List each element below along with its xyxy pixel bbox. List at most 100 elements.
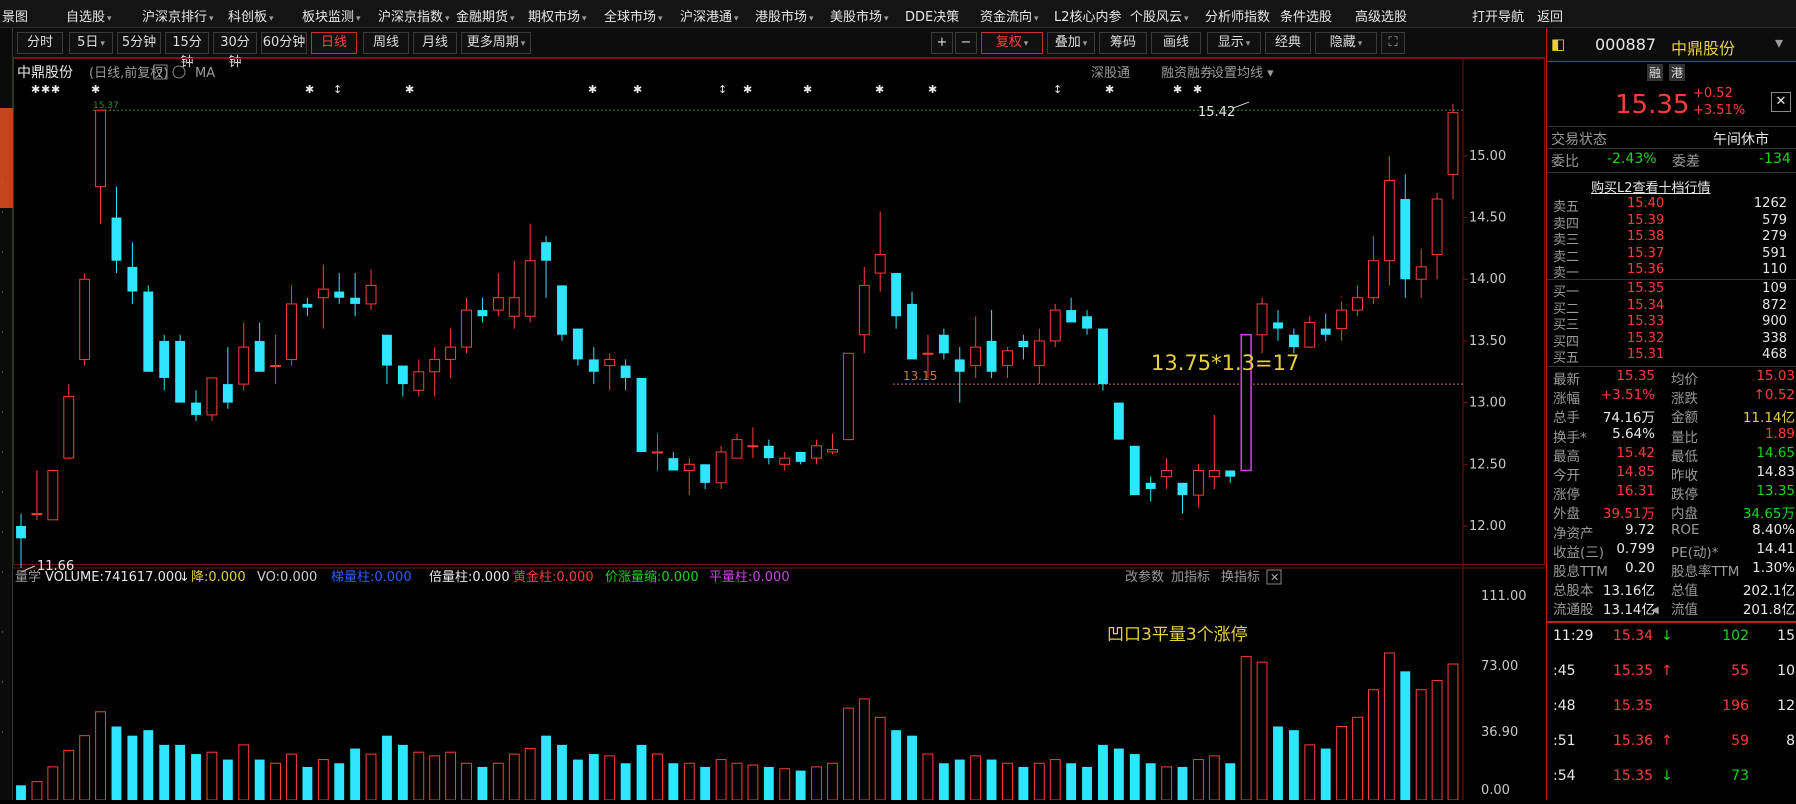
candle[interactable] (938, 328, 949, 360)
candle[interactable] (588, 347, 599, 385)
bid-row[interactable]: 买三 15.33 900 (1547, 314, 1796, 333)
ask-row[interactable]: 卖二 15.37 591 (1547, 246, 1796, 265)
ask-row[interactable]: 卖一 15.36 110 (1547, 262, 1796, 281)
candle[interactable] (413, 359, 425, 397)
candle[interactable] (222, 347, 233, 409)
period-tab-2[interactable]: 5分钟 (117, 32, 161, 54)
candle[interactable] (1304, 316, 1316, 348)
candle[interactable] (1018, 334, 1029, 360)
candle[interactable] (286, 285, 297, 366)
candle[interactable] (397, 365, 408, 397)
chart-link-1[interactable]: 融资融券 (1161, 65, 1213, 81)
candle[interactable] (508, 260, 520, 329)
candle[interactable] (143, 285, 154, 372)
kline-chart-svg[interactable]: 中鼎股份 (日线,前复权)? MA 深股通 融资融券设置均线 ▾✱ ✱ ✱ ✱ ✱ ↕ ✱ ✱ ✱ ↕ ✱ ✱… (13, 58, 1545, 801)
event-marker-icon[interactable]: ✱ (1193, 83, 1202, 96)
menu-item-8[interactable]: 沪深港通 ▾ (680, 6, 739, 25)
candle[interactable] (1177, 482, 1188, 514)
fullscreen-icon[interactable]: ⛶ (1381, 32, 1405, 54)
event-marker-icon[interactable]: ↕ (1053, 83, 1062, 96)
candle[interactable] (1336, 301, 1348, 341)
ask-row[interactable]: 卖四 15.39 579 (1547, 213, 1796, 232)
event-marker-icon[interactable]: ✱ (803, 83, 812, 96)
window-controls-icon[interactable]: ◧ (1551, 35, 1565, 53)
candle[interactable] (1049, 303, 1061, 348)
menu-item-13[interactable]: L2核心内参 (1054, 6, 1122, 25)
candle[interactable] (16, 513, 26, 568)
candle[interactable] (127, 242, 138, 304)
candle[interactable] (191, 390, 201, 422)
candle[interactable] (429, 347, 441, 397)
period-tab-5[interactable]: 60分钟 (261, 32, 307, 54)
menu-item-10[interactable]: 美股市场 ▾ (830, 6, 889, 25)
zoom-in-button[interactable]: + (931, 32, 953, 54)
candle[interactable] (572, 328, 583, 366)
candle[interactable] (95, 109, 106, 224)
toolbar-button-1[interactable]: 叠加 ▾ (1047, 32, 1095, 54)
candle[interactable] (668, 451, 679, 471)
bid-row[interactable]: 买一 15.35 109 (1547, 281, 1796, 300)
event-marker-icon[interactable]: ✱ (1105, 83, 1114, 96)
candle[interactable] (79, 273, 91, 366)
candle[interactable] (1383, 155, 1395, 286)
period-tab-4[interactable]: 30分钟 (213, 32, 257, 70)
ask-row[interactable]: 卖三 15.38 279 (1547, 229, 1796, 248)
candle[interactable] (238, 322, 250, 391)
candle[interactable] (891, 273, 902, 329)
candle[interactable] (763, 439, 774, 465)
ask-row[interactable]: 卖五 15.40 1262 (1547, 196, 1796, 215)
period-tab-6[interactable]: 日线 (311, 32, 357, 54)
menu-item-16[interactable]: 条件选股 (1280, 6, 1332, 25)
candle[interactable] (1066, 297, 1077, 323)
menu-item-14[interactable]: 个股风云 ▾ (1130, 6, 1189, 25)
candle[interactable] (557, 285, 567, 341)
candle[interactable] (715, 445, 727, 489)
candle[interactable] (747, 427, 759, 459)
period-tab-7[interactable]: 周线 (363, 32, 409, 54)
event-marker-icon[interactable]: ✱ (91, 83, 100, 96)
candle[interactable] (175, 334, 186, 403)
candle[interactable] (954, 347, 965, 403)
candle[interactable] (1225, 470, 1236, 483)
candle[interactable] (731, 433, 743, 459)
event-marker-icon[interactable]: ↕ (333, 83, 342, 96)
event-marker-icon[interactable]: ✱ (633, 83, 642, 96)
event-marker-icon[interactable]: ✱ (405, 83, 414, 96)
bid-row[interactable]: 买五 15.31 468 (1547, 347, 1796, 366)
menu-item-7[interactable]: 全球市场 ▾ (604, 6, 663, 25)
candle[interactable] (1145, 476, 1156, 502)
event-marker-icon[interactable]: ↕ (718, 83, 727, 96)
toolbar-button-5[interactable]: 经典 (1265, 32, 1311, 54)
menu-item-18[interactable]: 打开导航 (1472, 6, 1524, 25)
candle[interactable] (365, 269, 377, 311)
candle[interactable] (350, 273, 361, 317)
candle[interactable] (970, 316, 982, 378)
candle[interactable] (1320, 313, 1331, 341)
close-icon[interactable]: ✕ (1771, 92, 1791, 112)
candle[interactable] (1098, 328, 1108, 391)
candle[interactable] (1431, 192, 1443, 280)
dropdown-icon[interactable]: ▾ (1775, 33, 1783, 52)
candle[interactable] (206, 377, 218, 422)
indicator-link-0[interactable]: 改参数 (1125, 569, 1164, 585)
candle[interactable] (382, 334, 392, 385)
menu-item-15[interactable]: 分析师指数 (1205, 6, 1270, 25)
candle[interactable] (636, 377, 647, 452)
candle[interactable] (858, 266, 870, 354)
event-marker-icon[interactable]: ✱ (31, 83, 40, 96)
period-tab-8[interactable]: 月线 (413, 32, 457, 54)
menu-item-9[interactable]: 港股市场 ▾ (755, 6, 814, 25)
candle[interactable] (317, 264, 329, 329)
event-marker-icon[interactable]: ✱ (305, 83, 314, 96)
candle[interactable] (1415, 248, 1427, 298)
candle[interactable] (1256, 297, 1268, 354)
candle[interactable] (827, 433, 838, 455)
menu-item-19[interactable]: 返回 (1537, 6, 1563, 25)
candle[interactable] (1447, 104, 1459, 200)
candle[interactable] (1033, 328, 1045, 385)
bid-row[interactable]: 买二 15.34 872 (1547, 298, 1796, 317)
candle[interactable] (1368, 236, 1379, 304)
candle[interactable] (1288, 328, 1299, 354)
period-tab-1[interactable]: 5日 ▾ (69, 32, 113, 54)
candle[interactable] (159, 334, 170, 391)
